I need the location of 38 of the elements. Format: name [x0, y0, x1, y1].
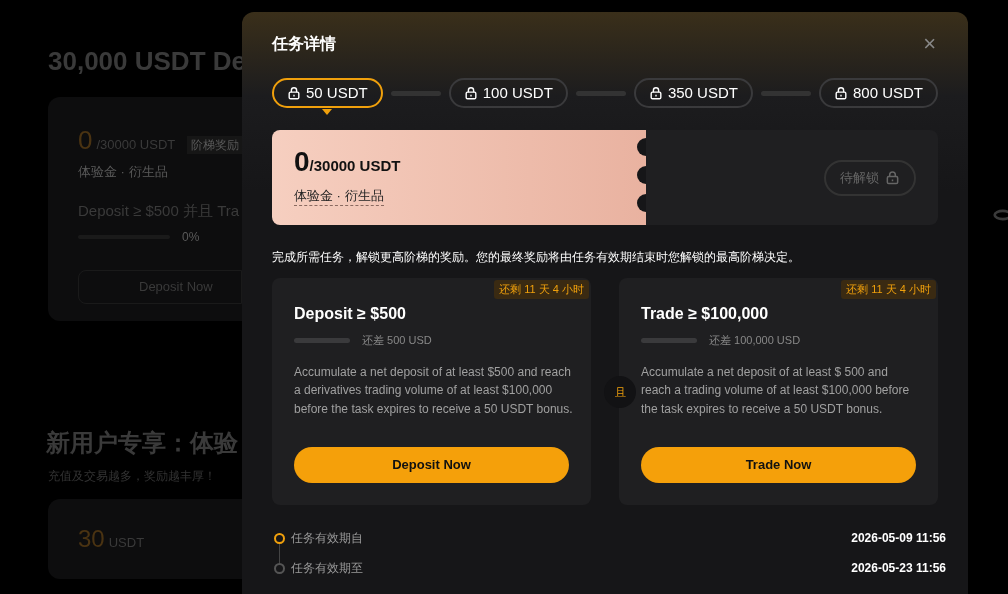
- task-description: Accumulate a net deposit of at least $ 500 and reach a trading volume of at least $100,000 before the task expires to receive a 50 USDT bonus.: [641, 363, 911, 418]
- tier-tab[interactable]: 800 USDT: [819, 78, 938, 108]
- remaining-amount: 还差 500 USD: [362, 333, 432, 348]
- period-date: 2026-05-23 11:56: [851, 560, 946, 577]
- task-title: Deposit ≥ $500: [294, 304, 407, 324]
- intro-text: 完成所需任务，解锁更高阶梯的奖励。您的最终奖励将由任务有效期结束时您解锁的最高阶梯决定。: [272, 249, 801, 266]
- deposit-button[interactable]: Deposit Now: [294, 447, 569, 483]
- ticket-amount: 0: [294, 148, 310, 176]
- lock-icon: [287, 86, 301, 100]
- progress-percent: 0%: [182, 229, 200, 246]
- reward-amount: 0: [78, 124, 93, 157]
- tier-tag: 阶梯奖励: [187, 136, 244, 154]
- tier-tab[interactable]: 350 USDT: [633, 78, 753, 108]
- time-remaining-badge: 还剩 11 天 4 小时: [494, 280, 589, 299]
- pointer-icon: [322, 109, 333, 115]
- period-label: 任务有效期自: [291, 530, 363, 547]
- reward-amount: 30: [78, 524, 105, 554]
- task-description: Accumulate a net deposit of at least $500 and reach a derivatives trading volume of at least $100,000 before the task expires to receive a 50 USDT bonus.: [294, 363, 573, 418]
- close-button[interactable]: ×: [923, 33, 936, 55]
- lock-icon: [834, 86, 848, 100]
- section-title: 新用户专享：体验: [46, 428, 239, 458]
- period-label: 任务有效期至: [291, 560, 363, 577]
- task-title: Trade ≥ $100,000: [641, 304, 770, 324]
- ticket-total: /30000 USDT: [309, 157, 401, 176]
- time-remaining-badge: 还剩 11 天 4 小时: [841, 280, 936, 299]
- ticket-tags: 体验金 · 衍生品: [294, 185, 384, 206]
- lock-icon: [648, 86, 663, 100]
- ring-icon: [992, 208, 1008, 222]
- trade-button[interactable]: Trade Now: [641, 447, 916, 483]
- period-date: 2026-05-09 11:56: [851, 530, 946, 547]
- lock-icon: [463, 86, 478, 100]
- remaining-amount: 还差 100,000 USD: [709, 333, 801, 348]
- lock-icon: [885, 170, 900, 185]
- tier-tab[interactable]: 100 USDT: [448, 78, 568, 108]
- locked-status: 待解锁: [824, 159, 916, 196]
- reward-tags: 体验金 · 衍生品: [78, 162, 242, 182]
- dialog-title: 任务详情: [272, 34, 336, 54]
- and-badge: 且: [604, 376, 636, 408]
